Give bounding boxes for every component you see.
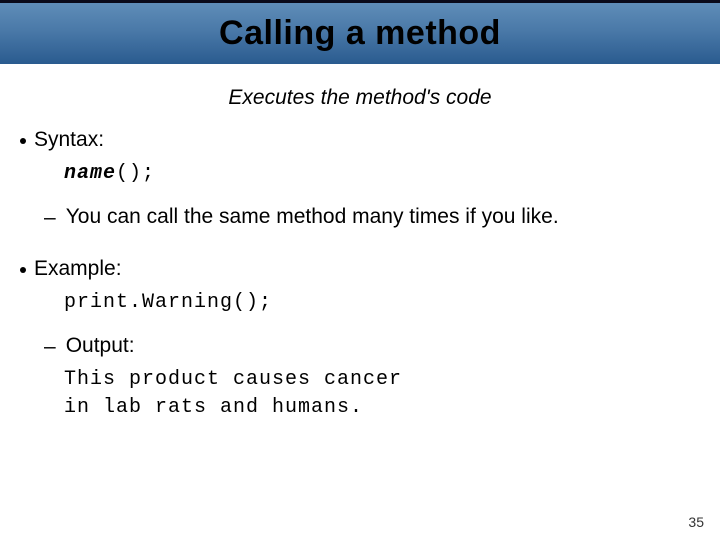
page-number: 35 bbox=[688, 514, 704, 530]
bullet-dot-icon bbox=[20, 138, 26, 144]
syntax-note: You can call the same method many times … bbox=[66, 205, 559, 229]
output-line-1: This product causes cancer bbox=[64, 366, 702, 394]
bullet-dot-icon bbox=[20, 267, 26, 273]
syntax-label: Syntax: bbox=[34, 128, 104, 152]
slide-body: Syntax: name(); – You can call the same … bbox=[0, 128, 720, 422]
dash-icon: – bbox=[44, 205, 56, 231]
output-text: This product causes cancer in lab rats a… bbox=[64, 366, 702, 422]
example-label: Example: bbox=[34, 257, 122, 281]
slide-subtitle: Executes the method's code bbox=[0, 86, 720, 110]
bullet-example: Example: bbox=[18, 257, 702, 281]
syntax-name-part: name bbox=[64, 162, 116, 185]
example-code: print.Warning(); bbox=[64, 291, 702, 314]
slide-title: Calling a method bbox=[219, 14, 501, 53]
syntax-call-part: (); bbox=[116, 162, 155, 185]
syntax-code: name(); bbox=[64, 162, 702, 185]
output-line-2: in lab rats and humans. bbox=[64, 394, 702, 422]
output-label: Output: bbox=[66, 334, 135, 358]
output-label-row: – Output: bbox=[44, 334, 702, 360]
syntax-note-row: – You can call the same method many time… bbox=[44, 205, 702, 231]
bullet-syntax: Syntax: bbox=[18, 128, 702, 152]
title-bar: Calling a method bbox=[0, 0, 720, 64]
dash-icon: – bbox=[44, 334, 56, 360]
